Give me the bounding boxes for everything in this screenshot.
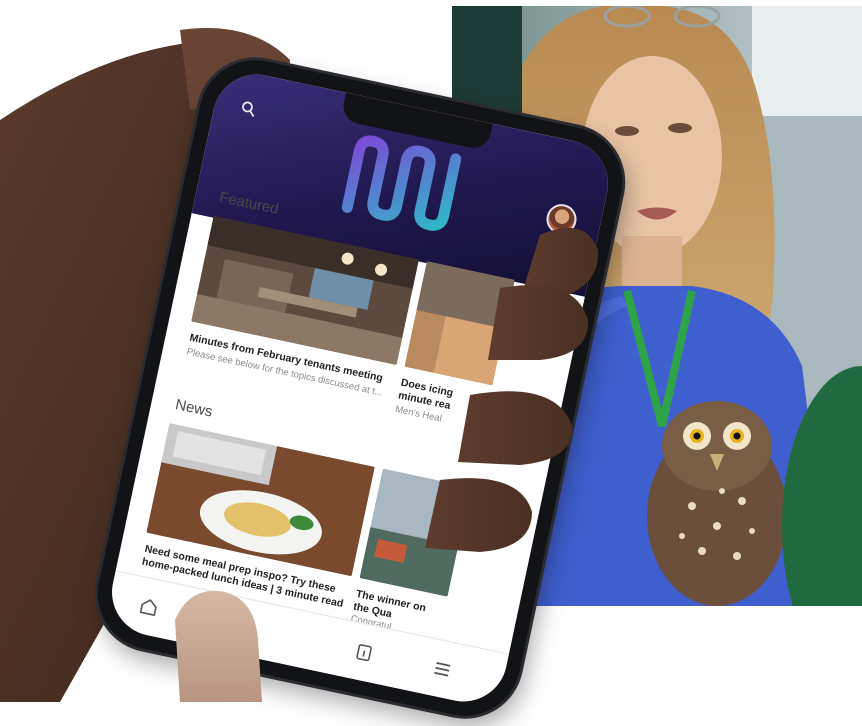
featured-card-image[interactable]: [404, 261, 515, 386]
smartphone: Featured Minutes from February tenants m…: [87, 49, 633, 726]
avatar[interactable]: [543, 201, 580, 237]
newspaper-icon[interactable]: [210, 611, 234, 635]
app-screen: Featured Minutes from February tenants m…: [103, 66, 617, 710]
news-section-title: News: [173, 396, 214, 421]
app-logo: [341, 135, 462, 231]
home-icon[interactable]: [137, 595, 161, 619]
news-card-image[interactable]: [359, 468, 471, 597]
search-icon[interactable]: [239, 99, 258, 118]
menu-icon[interactable]: [430, 657, 454, 681]
info-icon[interactable]: [352, 641, 376, 665]
